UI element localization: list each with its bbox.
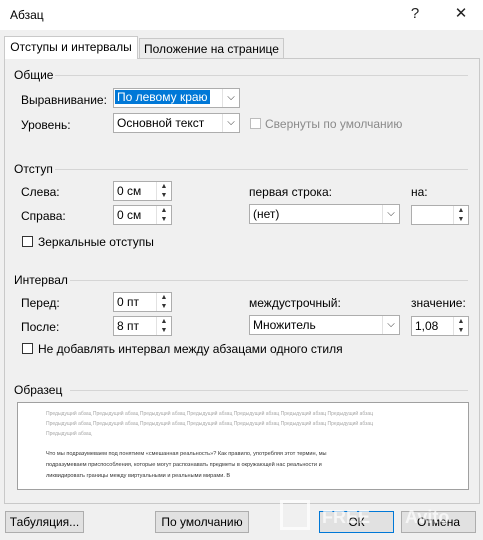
preview-previous-line: Предыдущий абзац bbox=[46, 431, 92, 437]
indent-right-value: 0 см bbox=[117, 208, 142, 222]
spacing-after-label: После: bbox=[21, 320, 60, 334]
collapsed-checkbox[interactable] bbox=[250, 118, 261, 129]
divider bbox=[70, 390, 468, 391]
spacing-at-label: значение: bbox=[411, 296, 466, 310]
line-spacing-value: Множитель bbox=[253, 318, 316, 332]
set-default-button[interactable]: По умолчанию bbox=[155, 511, 249, 533]
chevron-down-icon: ⌵ bbox=[382, 316, 399, 334]
line-spacing-dropdown[interactable]: Множитель ⌵ bbox=[249, 315, 400, 335]
preview-sample-line: подразумеваем приспособления, которые мо… bbox=[46, 462, 322, 468]
spin-up-icon[interactable]: ▲ bbox=[454, 206, 468, 215]
spin-down-icon[interactable]: ▼ bbox=[157, 191, 171, 200]
tab-indents-spacing[interactable]: Отступы и интервалы bbox=[4, 36, 138, 59]
spin-down-icon[interactable]: ▼ bbox=[454, 215, 468, 224]
spin-down-icon[interactable]: ▼ bbox=[157, 302, 171, 311]
first-line-label: первая строка: bbox=[249, 185, 332, 199]
chevron-down-icon: ⌵ bbox=[382, 205, 399, 223]
spacing-after-value: 8 пт bbox=[117, 319, 140, 333]
spin-up-icon[interactable]: ▲ bbox=[157, 206, 171, 215]
preview-previous-line: Предыдущий абзац Предыдущий абзац Предыд… bbox=[46, 421, 374, 427]
indent-by-spinner[interactable]: ▲ ▼ bbox=[411, 205, 469, 225]
alignment-label: Выравнивание: bbox=[21, 93, 107, 107]
preview-sample-line: ликвидировать границы между виртуальными… bbox=[46, 473, 231, 479]
indent-left-value: 0 см bbox=[117, 184, 142, 198]
dont-add-space-label: Не добавлять интервал между абзацами одн… bbox=[38, 342, 343, 356]
window-title: Абзац bbox=[10, 8, 44, 22]
indent-group-title: Отступ bbox=[14, 162, 53, 176]
watermark-left: FREE bbox=[322, 507, 371, 527]
preview-previous-line: Предыдущий абзац Предыдущий абзац Предыд… bbox=[46, 411, 374, 417]
watermark-right: Avito bbox=[405, 507, 450, 527]
indent-left-label: Слева: bbox=[21, 185, 60, 199]
alignment-dropdown[interactable]: По левому краю ⌵ bbox=[113, 88, 240, 108]
level-label: Уровень: bbox=[21, 118, 71, 132]
chevron-down-icon: ⌵ bbox=[222, 89, 239, 107]
indent-right-label: Справа: bbox=[21, 209, 66, 223]
preview-group-title: Образец bbox=[14, 383, 63, 397]
spin-down-icon[interactable]: ▼ bbox=[157, 326, 171, 335]
spin-up-icon[interactable]: ▲ bbox=[454, 317, 468, 326]
alignment-value: По левому краю bbox=[115, 90, 210, 104]
preview-sample-line: Что мы подразумеваем под понятием «смеша… bbox=[46, 451, 327, 457]
spacing-before-label: Перед: bbox=[21, 296, 60, 310]
collapsed-label: Свернуты по умолчанию bbox=[265, 117, 403, 131]
spin-up-icon[interactable]: ▲ bbox=[157, 317, 171, 326]
spacing-before-spinner[interactable]: 0 пт ▲ ▼ bbox=[113, 292, 172, 312]
divider bbox=[70, 280, 468, 281]
divider bbox=[55, 75, 468, 76]
mirror-indents-label: Зеркальные отступы bbox=[38, 235, 154, 249]
chevron-down-icon: ⌵ bbox=[222, 114, 239, 132]
indent-by-label: на: bbox=[411, 185, 428, 199]
tabs-button[interactable]: Табуляция... bbox=[5, 511, 84, 533]
spacing-group-title: Интервал bbox=[14, 273, 68, 287]
level-dropdown[interactable]: Основной текст ⌵ bbox=[113, 113, 240, 133]
first-line-dropdown[interactable]: (нет) ⌵ bbox=[249, 204, 400, 224]
title-bar: Абзац ? ✕ bbox=[0, 0, 483, 30]
spacing-before-value: 0 пт bbox=[117, 295, 140, 309]
line-spacing-label: междустрочный: bbox=[249, 296, 341, 310]
divider bbox=[55, 169, 468, 170]
preview-box: Предыдущий абзац Предыдущий абзац Предыд… bbox=[17, 402, 469, 490]
indent-right-spinner[interactable]: 0 см ▲ ▼ bbox=[113, 205, 172, 225]
spacing-after-spinner[interactable]: 8 пт ▲ ▼ bbox=[113, 316, 172, 336]
dont-add-space-checkbox[interactable] bbox=[22, 343, 33, 354]
spacing-at-value: 1,08 bbox=[415, 319, 439, 333]
mirror-indents-checkbox[interactable] bbox=[22, 236, 33, 247]
spin-down-icon[interactable]: ▼ bbox=[157, 215, 171, 224]
close-button[interactable]: ✕ bbox=[450, 4, 472, 24]
general-group-title: Общие bbox=[14, 68, 54, 82]
first-line-value: (нет) bbox=[253, 207, 280, 221]
spacing-at-spinner[interactable]: 1,08 ▲ ▼ bbox=[411, 316, 469, 336]
indent-left-spinner[interactable]: 0 см ▲ ▼ bbox=[113, 181, 172, 201]
spin-up-icon[interactable]: ▲ bbox=[157, 182, 171, 191]
level-value: Основной текст bbox=[117, 116, 205, 130]
tab-line-page-breaks[interactable]: Положение на странице bbox=[139, 38, 284, 59]
spin-up-icon[interactable]: ▲ bbox=[157, 293, 171, 302]
help-button[interactable]: ? bbox=[404, 4, 426, 24]
spin-down-icon[interactable]: ▼ bbox=[454, 326, 468, 335]
watermark-grid-icon bbox=[280, 500, 310, 530]
